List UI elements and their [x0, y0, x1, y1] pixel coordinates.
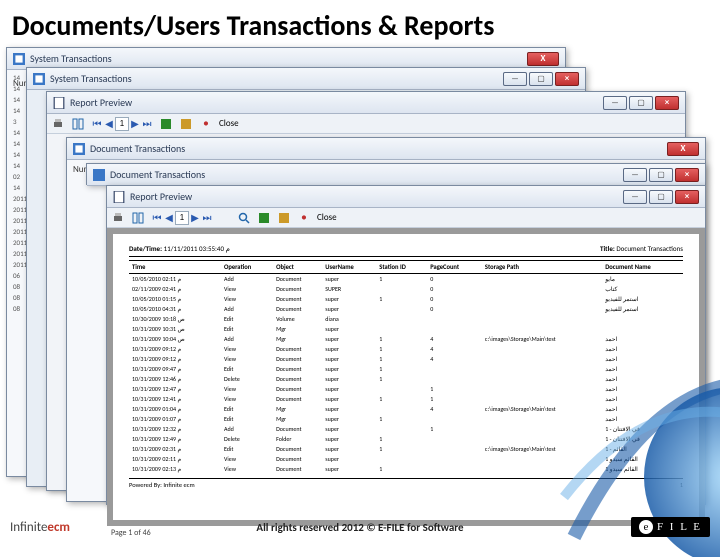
page-input[interactable]: [115, 117, 129, 131]
table-row: 10/05/2010 04:31 مAddDocumentsuper0استمر…: [129, 304, 683, 314]
table-row: 02/11/2009 02:41 مViewDocumentSUPER0كتاب: [129, 284, 683, 294]
efile-logo: e F I L E: [631, 517, 710, 537]
close-button[interactable]: ×: [675, 190, 699, 204]
table-row: 10/31/2009 02:11 مViewDocumentsuperالقائ…: [129, 454, 683, 464]
pager-controls: ⏮ ◀ ▶ ⏭: [151, 211, 213, 225]
window-title: Report Preview: [70, 96, 132, 109]
table-header: Object: [273, 261, 322, 274]
window-stack: System Transactions X Number of Transact…: [6, 47, 714, 507]
minimize-button[interactable]: —: [623, 190, 647, 204]
table-row: 10/31/2009 01:07 مEditMgrsuper1احمد: [129, 414, 683, 424]
report-toolbar: ⏮ ◀ ▶ ⏭ ● Close: [107, 208, 705, 228]
export-icon[interactable]: [159, 117, 173, 131]
table-row: 10/31/2009 12:41 مViewDocumentsuper11احم…: [129, 394, 683, 404]
close-button[interactable]: ×: [555, 72, 579, 86]
report-viewport: Date/Time: 11/11/2011 03:55:40 م Title: …: [107, 228, 705, 526]
report-icon: [53, 97, 65, 109]
window-title: System Transactions: [30, 52, 112, 65]
window-document-transactions-inner: Document Transactions — ▢ ×: [86, 163, 706, 185]
maximize-button[interactable]: ▢: [529, 72, 553, 86]
table-row: 10/05/2010 01:15 مViewDocumentsuper10است…: [129, 294, 683, 304]
pager-controls: ⏮ ◀ ▶ ⏭: [91, 117, 153, 131]
close-button[interactable]: X: [667, 142, 699, 156]
close-button[interactable]: ×: [675, 168, 699, 182]
save-icon[interactable]: [277, 211, 291, 225]
infinite-ecm-logo: Infiniteecm: [10, 520, 70, 535]
footer-bar: Infiniteecm All rights reserved 2012 © E…: [0, 514, 720, 540]
layout-icon[interactable]: [71, 117, 85, 131]
close-button[interactable]: X: [527, 52, 559, 66]
app-icon: [33, 73, 45, 85]
report-page-num: 1: [680, 481, 683, 489]
maximize-button[interactable]: ▢: [649, 168, 673, 182]
table-row: 10/31/2009 10:31 صEditMgrsuper: [129, 324, 683, 334]
app-icon: [93, 169, 105, 181]
report-title-value: Document Transactions: [616, 244, 683, 253]
export-icon[interactable]: [257, 211, 271, 225]
table-header: Station ID: [376, 261, 427, 274]
table-row: 10/31/2009 09:12 مViewDocumentsuper14احم…: [129, 344, 683, 354]
table-row: 10/30/2009 10:18 صEditVolumediana: [129, 314, 683, 324]
zoom-icon[interactable]: [237, 211, 251, 225]
table-row: 10/31/2009 09:12 مViewDocumentsuper14احم…: [129, 354, 683, 364]
table-row: 10/31/2009 02:31 مEditDocumentsuper1c:\i…: [129, 444, 683, 454]
table-header: Time: [129, 261, 221, 274]
table-row: 10/05/2010 02:11 مAddDocumentsuper10مايو: [129, 274, 683, 285]
report-table: TimeOperationObjectUserNameStation IDPag…: [129, 260, 683, 474]
app-icon: [73, 143, 85, 155]
table-row: 10/31/2009 02:13 مViewDocumentsuper1القا…: [129, 464, 683, 474]
table-header: PageCount: [427, 261, 482, 274]
first-page-icon[interactable]: ⏮: [91, 117, 103, 131]
report-title-label: Title:: [600, 244, 615, 253]
report-paper: Date/Time: 11/11/2011 03:55:40 م Title: …: [113, 234, 699, 520]
print-icon[interactable]: [51, 117, 65, 131]
table-row: 10/31/2009 10:04 صAddMgrsuper14c:\images…: [129, 334, 683, 344]
window-title: Document Transactions: [110, 168, 205, 181]
table-row: 10/31/2009 12:49 مDeleteFoldersuper1في ا…: [129, 434, 683, 444]
close-icon[interactable]: ●: [297, 211, 311, 225]
close-label[interactable]: Close: [219, 118, 239, 129]
table-header: Document Name: [602, 261, 683, 274]
maximize-button[interactable]: ▢: [649, 190, 673, 204]
last-page-icon[interactable]: ⏭: [141, 117, 153, 131]
table-row: 10/31/2009 12:47 مViewDocumentsuper1احمد: [129, 384, 683, 394]
save-icon[interactable]: [179, 117, 193, 131]
next-page-icon[interactable]: ▶: [129, 117, 141, 131]
report-toolbar: ⏮ ◀ ▶ ⏭ ● Close: [47, 114, 685, 134]
last-page-icon[interactable]: ⏭: [201, 211, 213, 225]
minimize-button[interactable]: —: [623, 168, 647, 182]
window-title: Document Transactions: [90, 142, 185, 155]
report-powered: Powered By: Infinite ecm: [129, 481, 195, 489]
window-report-preview-2: Report Preview — ▢ × ⏮ ◀ ▶ ⏭ ● Close: [106, 185, 706, 505]
minimize-button[interactable]: —: [503, 72, 527, 86]
close-icon[interactable]: ●: [199, 117, 213, 131]
table-row: 10/31/2009 12:32 مAddDocumentsuper1في ال…: [129, 424, 683, 434]
page-input[interactable]: [175, 211, 189, 225]
report-date-value: 11/11/2011 03:55:40 م: [164, 244, 230, 253]
minimize-button[interactable]: —: [603, 96, 627, 110]
report-date-label: Date/Time:: [129, 244, 162, 253]
layout-icon[interactable]: [131, 211, 145, 225]
table-header: Operation: [221, 261, 273, 274]
report-icon: [113, 191, 125, 203]
app-icon: [13, 53, 25, 65]
first-page-icon[interactable]: ⏮: [151, 211, 163, 225]
table-row: 10/31/2009 12:46 مDeleteDocumentsuper1اح…: [129, 374, 683, 384]
table-row: 10/31/2009 09:47 مEditDocumentsuper1احمد: [129, 364, 683, 374]
maximize-button[interactable]: ▢: [629, 96, 653, 110]
copyright-text: All rights reserved 2012 © E-FILE for So…: [256, 521, 463, 534]
window-title: Report Preview: [130, 190, 192, 203]
next-page-icon[interactable]: ▶: [189, 211, 201, 225]
close-label[interactable]: Close: [317, 212, 337, 223]
prev-page-icon[interactable]: ◀: [103, 117, 115, 131]
window-title: System Transactions: [50, 72, 132, 85]
print-icon[interactable]: [111, 211, 125, 225]
slide-title: Documents/Users Transactions & Reports: [0, 0, 720, 47]
table-header: Storage Path: [482, 261, 602, 274]
close-button[interactable]: ×: [655, 96, 679, 110]
prev-page-icon[interactable]: ◀: [163, 211, 175, 225]
table-header: UserName: [322, 261, 376, 274]
table-row: 10/31/2009 01:04 مEditMgrsuper4c:\images…: [129, 404, 683, 414]
